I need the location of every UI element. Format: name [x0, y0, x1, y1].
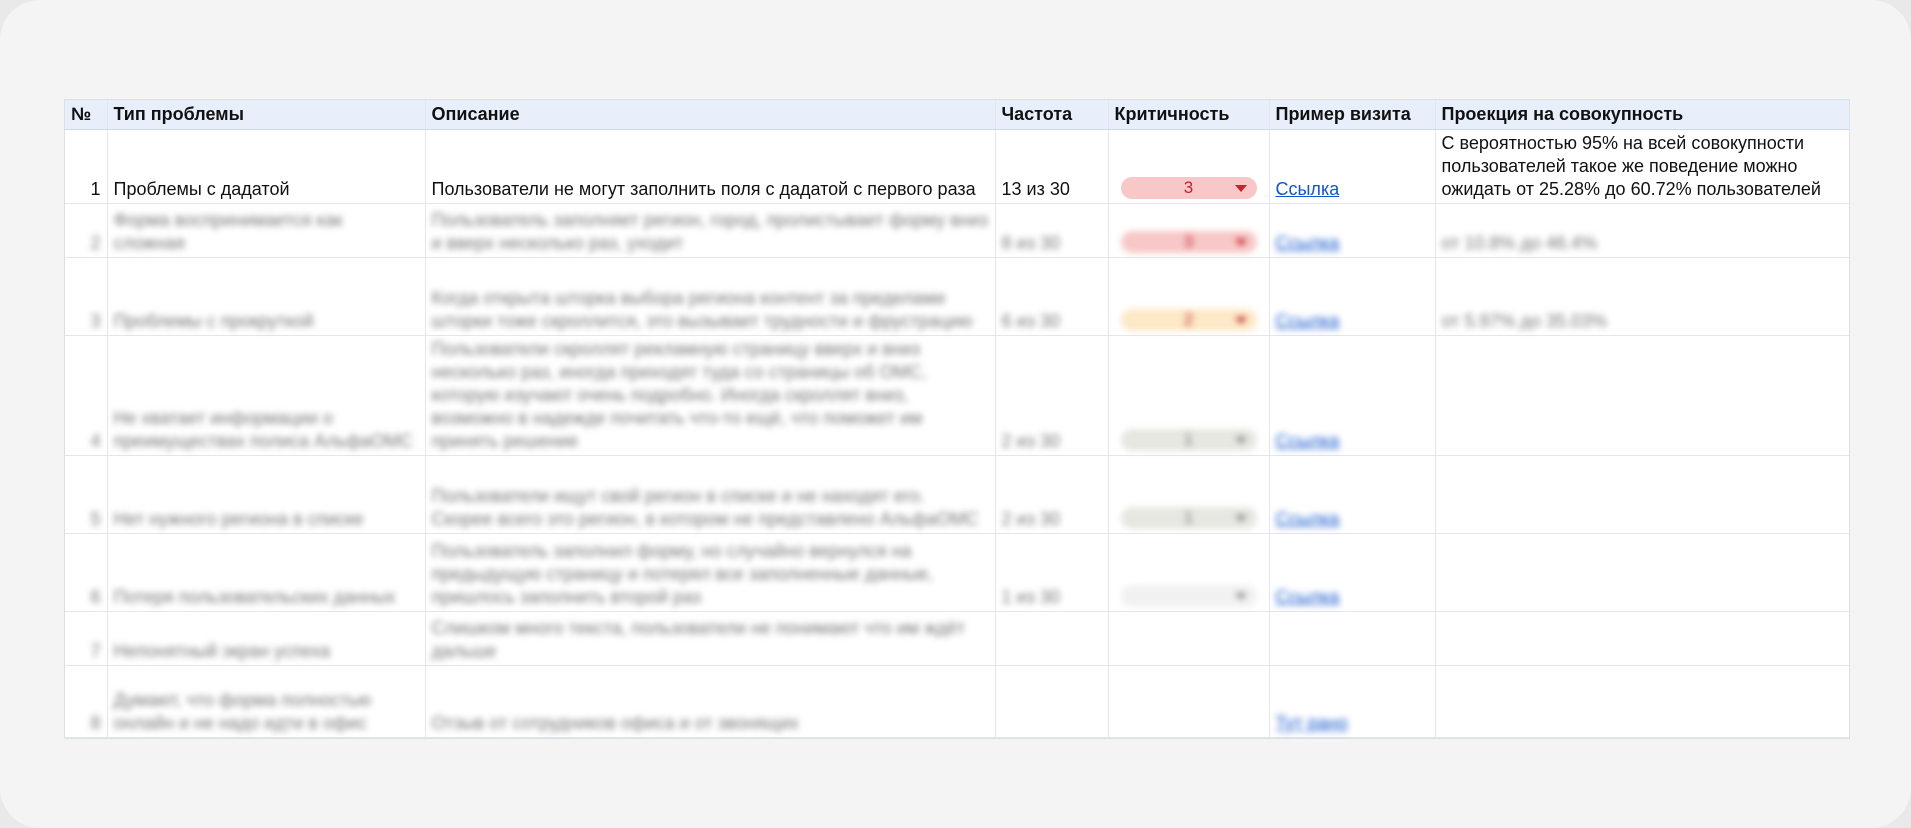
col-header-description[interactable]: Описание — [425, 100, 996, 130]
cell-visit-example[interactable]: Ссылка — [1269, 203, 1436, 258]
table-row: 5 Нет нужного региона в списке Пользовател… — [65, 455, 1849, 534]
visit-link[interactable]: Ссылка — [1276, 587, 1340, 607]
table-row: 3 Проблемы с прокруткой Когда открыта штор… — [65, 257, 1849, 336]
severity-dropdown[interactable]: 2 — [1120, 309, 1257, 331]
cell-projection[interactable]: от 10.8% до 46.4% — [1435, 203, 1849, 258]
chevron-down-icon[interactable] — [1234, 185, 1247, 192]
cell-projection[interactable] — [1435, 455, 1849, 534]
table-row: 7 Непонятный экран успеха Слишком много те… — [65, 611, 1849, 666]
cell-frequency[interactable]: 1 из 30 — [995, 533, 1109, 612]
window-frame: № Тип проблемы Описание Частота Критично… — [0, 0, 1911, 828]
severity-dropdown[interactable]: 1 — [1120, 429, 1257, 451]
cell-visit-example[interactable]: Ссылка — [1269, 129, 1436, 204]
table-row: 2 Форма воспринимается как сложная Пользов… — [65, 203, 1849, 258]
cell-projection[interactable] — [1435, 335, 1849, 456]
cell-frequency[interactable]: 6 из 30 — [995, 257, 1109, 336]
cell-severity[interactable]: 2 — [1108, 257, 1270, 336]
severity-value: 1 — [1183, 430, 1194, 449]
cell-frequency[interactable]: 13 из 30 — [995, 129, 1109, 204]
cell-description[interactable]: Пользователь заполнил форму, но случайно… — [425, 533, 996, 612]
table-row: 6 Потеря пользовательских данных Пользоват… — [65, 533, 1849, 612]
col-header-frequency[interactable]: Частота — [995, 100, 1109, 130]
cell-visit-example[interactable]: Ссылка — [1269, 455, 1436, 534]
cell-type[interactable]: Не хватает информации о преимуществах по… — [107, 335, 426, 456]
cell-frequency[interactable]: 8 из 30 — [995, 203, 1109, 258]
cell-num[interactable]: 4 — [65, 335, 108, 456]
severity-dropdown[interactable]: 3 — [1120, 177, 1257, 199]
cell-description[interactable]: Пользователь заполняет регион, город, пр… — [425, 203, 996, 258]
chevron-down-icon[interactable] — [1234, 593, 1247, 600]
cell-projection[interactable] — [1435, 611, 1849, 666]
cell-severity[interactable]: 1 — [1108, 455, 1270, 534]
cell-type[interactable]: Проблемы с дадатой — [107, 129, 426, 204]
chevron-down-icon[interactable] — [1234, 515, 1247, 522]
table-row: 1 Проблемы с дадатой Пользователи не могут… — [65, 129, 1849, 204]
cell-type[interactable]: Форма воспринимается как сложная — [107, 203, 426, 258]
cell-visit-example[interactable]: Ссылка — [1269, 335, 1436, 456]
cell-num[interactable]: 5 — [65, 455, 108, 534]
col-header-num[interactable]: № — [65, 100, 108, 130]
cell-severity[interactable]: 1 — [1108, 335, 1270, 456]
cell-num[interactable]: 7 — [65, 611, 108, 666]
cell-visit-example[interactable] — [1269, 611, 1436, 666]
visit-link[interactable]: Ссылка — [1276, 509, 1340, 529]
issues-table: № Тип проблемы Описание Частота Критично… — [65, 100, 1849, 738]
cell-visit-example[interactable]: Тут рано — [1269, 665, 1436, 738]
cell-num[interactable]: 6 — [65, 533, 108, 612]
cell-type[interactable]: Проблемы с прокруткой — [107, 257, 426, 336]
table-row: 8 Думают, что форма полностью онлайн и не… — [65, 665, 1849, 738]
chevron-down-icon[interactable] — [1234, 239, 1247, 246]
col-header-projection[interactable]: Проекция на совокупность — [1435, 100, 1849, 130]
visit-link[interactable]: Ссылка — [1276, 431, 1340, 451]
cell-num[interactable]: 8 — [65, 665, 108, 738]
cell-severity[interactable] — [1108, 665, 1270, 738]
visit-link[interactable]: Ссылка — [1276, 179, 1340, 199]
severity-value: 3 — [1183, 232, 1194, 251]
header-row: № Тип проблемы Описание Частота Критично… — [65, 100, 1849, 130]
cell-num[interactable]: 3 — [65, 257, 108, 336]
visit-link[interactable]: Ссылка — [1276, 311, 1340, 331]
cell-num[interactable]: 2 — [65, 203, 108, 258]
cell-description[interactable]: Слишком много текста, пользователи не по… — [425, 611, 996, 666]
chevron-down-icon[interactable] — [1234, 317, 1247, 324]
cell-projection[interactable]: от 5.97% до 35.03% — [1435, 257, 1849, 336]
col-header-severity[interactable]: Критичность — [1108, 100, 1270, 130]
cell-visit-example[interactable]: Ссылка — [1269, 533, 1436, 612]
table-row: 4 Не хватает информации о преимуществах п… — [65, 335, 1849, 456]
chevron-down-icon[interactable] — [1234, 437, 1247, 444]
cell-type[interactable]: Думают, что форма полностью онлайн и не … — [107, 665, 426, 738]
cell-projection[interactable]: С вероятностью 95% на всей совокупности … — [1435, 129, 1849, 204]
cell-type[interactable]: Нет нужного региона в списке — [107, 455, 426, 534]
cell-severity[interactable]: 3 — [1108, 129, 1270, 204]
col-header-visit-example[interactable]: Пример визита — [1269, 100, 1436, 130]
visit-link[interactable]: Ссылка — [1276, 233, 1340, 253]
cell-frequency[interactable] — [995, 611, 1109, 666]
cell-frequency[interactable] — [995, 665, 1109, 738]
severity-value: 3 — [1183, 178, 1194, 197]
severity-dropdown[interactable] — [1120, 585, 1257, 607]
cell-description[interactable]: Пользователи ищут свой регион в списке и… — [425, 455, 996, 534]
cell-type[interactable]: Непонятный экран успеха — [107, 611, 426, 666]
severity-value: 1 — [1183, 508, 1194, 527]
severity-dropdown[interactable]: 3 — [1120, 231, 1257, 253]
cell-severity[interactable]: 3 — [1108, 203, 1270, 258]
cell-frequency[interactable]: 2 из 30 — [995, 455, 1109, 534]
cell-description[interactable]: Когда открыта шторка выбора региона конт… — [425, 257, 996, 336]
cell-severity[interactable] — [1108, 533, 1270, 612]
severity-value: 2 — [1183, 310, 1194, 329]
cell-projection[interactable] — [1435, 665, 1849, 738]
cell-description[interactable]: Отзыв от сотрудников офиса и от звонящих — [425, 665, 996, 738]
cell-projection[interactable] — [1435, 533, 1849, 612]
cell-visit-example[interactable]: Ссылка — [1269, 257, 1436, 336]
severity-dropdown[interactable]: 1 — [1120, 507, 1257, 529]
cell-type[interactable]: Потеря пользовательских данных — [107, 533, 426, 612]
col-header-type[interactable]: Тип проблемы — [107, 100, 426, 130]
cell-severity[interactable] — [1108, 611, 1270, 666]
spreadsheet: № Тип проблемы Описание Частота Критично… — [64, 99, 1850, 739]
cell-description[interactable]: Пользователи не могут заполнить поля с д… — [425, 129, 996, 204]
cell-frequency[interactable]: 2 из 30 — [995, 335, 1109, 456]
visit-link[interactable]: Тут рано — [1276, 713, 1348, 733]
cell-description[interactable]: Пользователи скроллят рекламную страницу… — [425, 335, 996, 456]
cell-num[interactable]: 1 — [65, 129, 108, 204]
